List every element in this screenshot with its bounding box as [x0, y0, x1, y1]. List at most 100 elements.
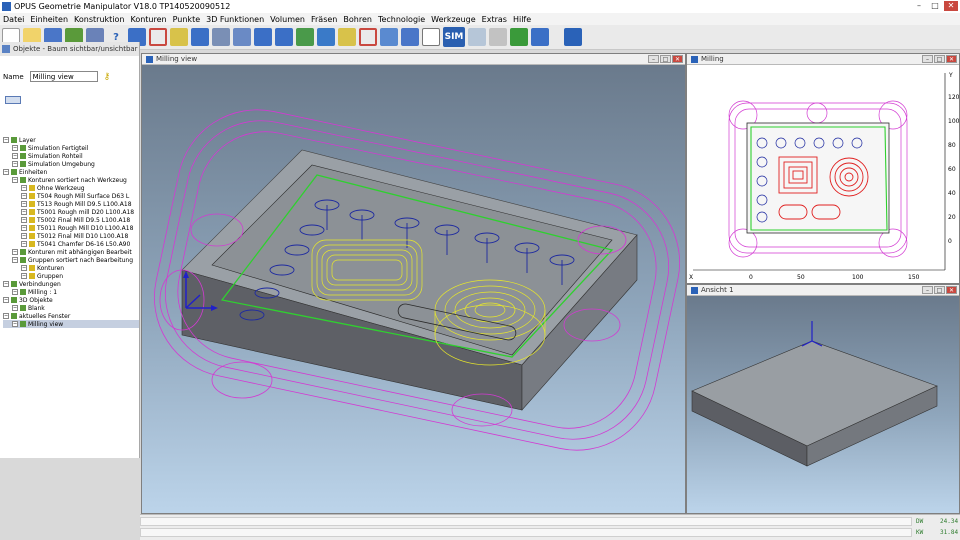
- tools-icon[interactable]: [317, 28, 335, 46]
- minimize-button[interactable]: –: [912, 1, 926, 11]
- menu-3d-funktionen[interactable]: 3D Funktionen: [206, 15, 264, 24]
- tree-item[interactable]: − T513 Rough Mill D9.5 L100.A18: [3, 200, 139, 208]
- restore-button[interactable]: □: [934, 286, 945, 294]
- tree-item[interactable]: − Layer: [3, 136, 139, 144]
- expand-toggle-icon[interactable]: −: [12, 321, 18, 327]
- tree-item[interactable]: − Blank: [3, 304, 139, 312]
- 3d-functions-icon[interactable]: [212, 28, 230, 46]
- expand-toggle-icon[interactable]: −: [12, 153, 18, 159]
- expand-toggle-icon[interactable]: −: [21, 225, 27, 231]
- menu-technologie[interactable]: Technologie: [378, 15, 425, 24]
- tree-item[interactable]: − Simulation Umgebung: [3, 160, 139, 168]
- tree-item[interactable]: − Gruppen sortiert nach Bearbeitung: [3, 256, 139, 264]
- expand-toggle-icon[interactable]: −: [3, 313, 9, 319]
- expand-toggle-icon[interactable]: −: [21, 217, 27, 223]
- expand-toggle-icon[interactable]: −: [21, 193, 27, 199]
- minimize-button[interactable]: –: [922, 286, 933, 294]
- close-button[interactable]: ✕: [946, 286, 957, 294]
- milling-2d-viewport[interactable]: X 0 50 100 150 Y 120 100 80 60 40 20 0: [687, 65, 959, 283]
- tree-item[interactable]: − Konturen mit abhängigen Bearbeit: [3, 248, 139, 256]
- path-icon[interactable]: [380, 28, 398, 46]
- tree-item[interactable]: − T504 Rough Mill Surface D63 L: [3, 192, 139, 200]
- expand-toggle-icon[interactable]: −: [21, 201, 27, 207]
- close-button[interactable]: ✕: [946, 55, 957, 63]
- magnet-icon[interactable]: [359, 28, 377, 46]
- milling-icon[interactable]: [254, 28, 272, 46]
- exit-icon[interactable]: [564, 28, 582, 46]
- bucket-icon[interactable]: [468, 28, 486, 46]
- edit-icon[interactable]: [338, 28, 356, 46]
- expand-toggle-icon[interactable]: −: [21, 185, 27, 191]
- expand-toggle-icon[interactable]: −: [3, 281, 9, 287]
- key-icon[interactable]: ⚷: [104, 72, 111, 82]
- tree-item[interactable]: − Konturen sortiert nach Werkzeug: [3, 176, 139, 184]
- tree-item[interactable]: − T5001 Rough mill D20 L100.A18: [3, 208, 139, 216]
- tree-item[interactable]: − T5011 Rough Mill D10 L100.A18: [3, 224, 139, 232]
- expand-toggle-icon[interactable]: −: [12, 257, 18, 263]
- menu-werkzeuge[interactable]: Werkzeuge: [431, 15, 475, 24]
- tree-item[interactable]: − Simulation Fertigteil: [3, 144, 139, 152]
- minimize-button[interactable]: –: [922, 55, 933, 63]
- tree-item[interactable]: − Verbindungen: [3, 280, 139, 288]
- close-button[interactable]: ✕: [944, 1, 958, 11]
- milling-viewport[interactable]: [142, 65, 685, 513]
- undo-icon[interactable]: [510, 28, 528, 46]
- expand-toggle-icon[interactable]: −: [21, 273, 27, 279]
- expand-toggle-icon[interactable]: −: [21, 209, 27, 215]
- ansicht-viewport[interactable]: [687, 296, 959, 513]
- menu-bohren[interactable]: Bohren: [343, 15, 372, 24]
- tree-item[interactable]: − Einheiten: [3, 168, 139, 176]
- minimize-button[interactable]: –: [648, 55, 659, 63]
- expand-toggle-icon[interactable]: −: [12, 145, 18, 151]
- expand-toggle-icon[interactable]: −: [12, 161, 18, 167]
- tree-item[interactable]: − Milling : 1: [3, 288, 139, 296]
- expand-toggle-icon[interactable]: −: [3, 169, 9, 175]
- points-icon[interactable]: [170, 28, 188, 46]
- menu-extras[interactable]: Extras: [482, 15, 507, 24]
- name-input[interactable]: [29, 71, 98, 82]
- expand-toggle-icon[interactable]: −: [21, 241, 27, 247]
- technology-icon[interactable]: [296, 28, 314, 46]
- expand-toggle-icon[interactable]: −: [3, 297, 9, 303]
- tree-item[interactable]: − Konturen: [3, 264, 139, 272]
- expand-toggle-icon[interactable]: −: [3, 137, 9, 143]
- tree-item[interactable]: − Simulation Rohteil: [3, 152, 139, 160]
- export-icon[interactable]: [531, 28, 549, 46]
- objects-toggle-icon[interactable]: [2, 45, 10, 53]
- drilling-icon[interactable]: [275, 28, 293, 46]
- menu-einheiten[interactable]: Einheiten: [30, 15, 68, 24]
- simulation-button[interactable]: SIM: [443, 27, 465, 47]
- restore-button[interactable]: □: [660, 55, 671, 63]
- tree-item[interactable]: − Ohne Werkzeug: [3, 184, 139, 192]
- array-icon[interactable]: [191, 28, 209, 46]
- menu-konturen[interactable]: Konturen: [130, 15, 166, 24]
- eraser-icon[interactable]: [401, 28, 419, 46]
- volume-icon[interactable]: [233, 28, 251, 46]
- tree-item[interactable]: − aktuelles Fenster: [3, 312, 139, 320]
- arrow-right-icon[interactable]: [489, 28, 507, 46]
- expand-toggle-icon[interactable]: −: [12, 305, 18, 311]
- tree-item[interactable]: − T5002 Final Mill D9.5 L100.A18: [3, 216, 139, 224]
- menu-volumen[interactable]: Volumen: [270, 15, 305, 24]
- expand-toggle-icon[interactable]: −: [12, 177, 18, 183]
- menu-datei[interactable]: Datei: [3, 15, 24, 24]
- menu-hilfe[interactable]: Hilfe: [513, 15, 531, 24]
- close-button[interactable]: ✕: [672, 55, 683, 63]
- tree-item[interactable]: − Milling view: [3, 320, 139, 328]
- expand-toggle-icon[interactable]: −: [21, 265, 27, 271]
- menu-konstruktion[interactable]: Konstruktion: [74, 15, 124, 24]
- tree-item[interactable]: − 3D Objekte: [3, 296, 139, 304]
- tree-item[interactable]: − T5041 Chamfer D6-16 L50.A90: [3, 240, 139, 248]
- menu-punkte[interactable]: Punkte: [173, 15, 201, 24]
- nc-output-icon[interactable]: [422, 28, 440, 46]
- maximize-button[interactable]: □: [928, 1, 942, 11]
- restore-button[interactable]: □: [934, 55, 945, 63]
- connect-icon[interactable]: [5, 96, 21, 104]
- expand-toggle-icon[interactable]: −: [21, 233, 27, 239]
- tree-item[interactable]: − T5012 Final Mill D10 L100.A18: [3, 232, 139, 240]
- expand-toggle-icon[interactable]: −: [12, 289, 18, 295]
- menu-fraesen[interactable]: Fräsen: [311, 15, 337, 24]
- contour-icon[interactable]: [149, 28, 167, 46]
- expand-toggle-icon[interactable]: −: [12, 249, 18, 255]
- tree-item[interactable]: − Gruppen: [3, 272, 139, 280]
